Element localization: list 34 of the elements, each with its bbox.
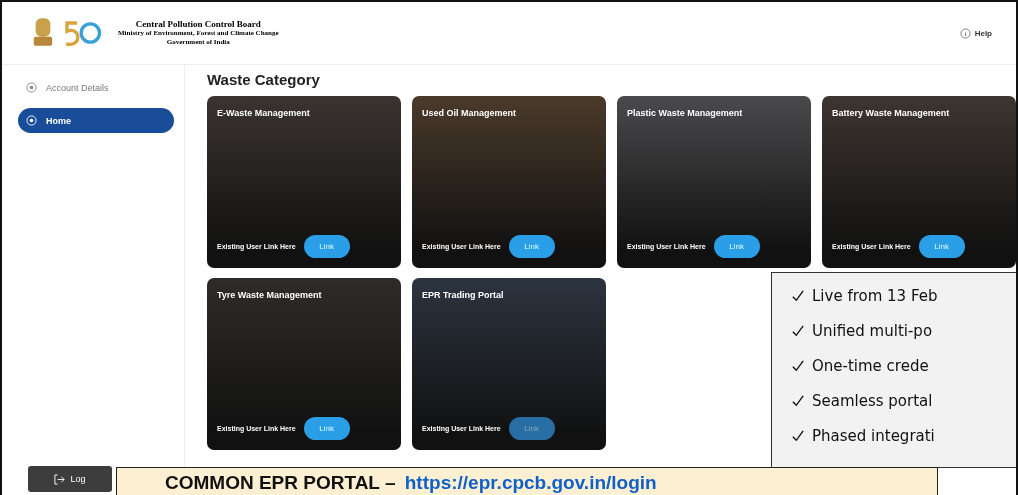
feature-text: Seamless portal — [812, 391, 933, 410]
card-title: Plastic Waste Management — [627, 108, 744, 118]
radio-icon — [26, 82, 37, 93]
card-title: EPR Trading Portal — [422, 290, 505, 300]
card-title: Tyre Waste Management — [217, 290, 323, 300]
card-title: E-Waste Management — [217, 108, 311, 118]
link-button[interactable]: Link — [918, 235, 965, 258]
radio-icon — [26, 115, 37, 126]
org-name: Central Pollution Control Board — [135, 19, 261, 29]
check-icon — [792, 324, 804, 337]
check-icon — [792, 289, 804, 302]
feature-text: Phased integrati — [812, 426, 935, 445]
portal-link[interactable]: https://epr.cpcb.gov.in/login — [404, 472, 657, 494]
check-icon — [792, 429, 804, 442]
logout-button[interactable]: Log — [28, 466, 112, 492]
anniversary-logo-icon — [62, 18, 102, 48]
check-icon — [792, 394, 804, 407]
feature-text: One-time crede — [812, 356, 929, 375]
sidebar-item[interactable]: Account Details — [18, 75, 174, 100]
check-icon — [792, 359, 804, 372]
card-title: Used Oil Management — [422, 108, 518, 118]
feature-text: Unified multi-po — [812, 321, 933, 340]
link-button[interactable]: Link — [303, 417, 350, 440]
help-link[interactable]: Help — [959, 27, 992, 39]
banner-label: COMMON EPR PORTAL – — [165, 472, 397, 494]
section-title: Waste Category — [207, 71, 321, 88]
link-button[interactable]: Link — [713, 235, 760, 258]
feature-text: Live from 13 Feb — [812, 286, 938, 305]
info-icon — [959, 27, 971, 39]
logout-icon — [54, 473, 66, 485]
card-title: Battery Waste Management — [832, 108, 951, 118]
link-button[interactable]: Link — [508, 235, 555, 258]
sidebar-item[interactable]: Home — [18, 108, 174, 133]
link-button[interactable]: Link — [303, 235, 350, 258]
